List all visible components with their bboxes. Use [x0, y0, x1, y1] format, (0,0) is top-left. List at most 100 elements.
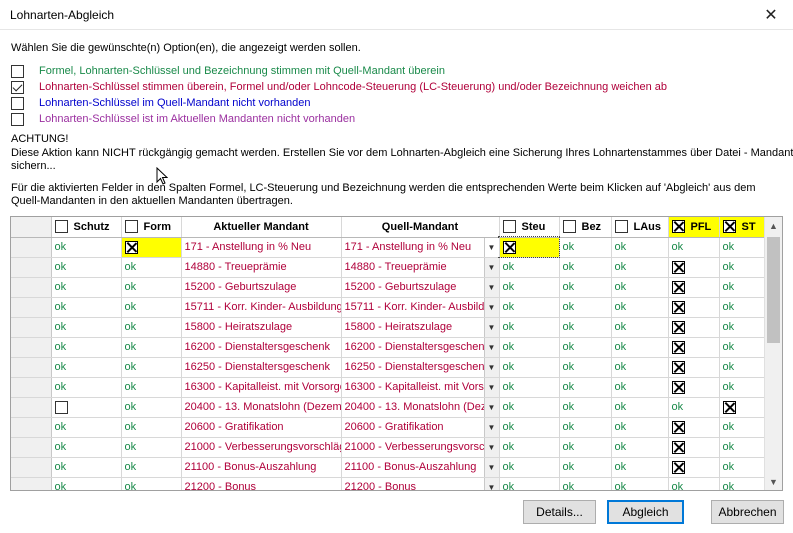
st-header-checkbox[interactable]: [722, 220, 736, 234]
cell-quell[interactable]: 15711 - Korr. Kinder- Ausbildu ▼: [341, 297, 500, 318]
cell-bez[interactable]: ok: [559, 237, 612, 258]
dropdown-arrow-icon[interactable]: ▼: [483, 337, 498, 356]
option-missing-source[interactable]: Lohnarten-Schlüssel im Quell-Mandant nic…: [11, 96, 311, 110]
cell-pfl[interactable]: [668, 337, 720, 358]
row-header[interactable]: [11, 297, 52, 318]
dropdown-arrow-icon[interactable]: ▼: [483, 377, 498, 396]
cell-st[interactable]: ok: [719, 257, 766, 278]
cell-form[interactable]: ok: [121, 277, 182, 298]
checked-box-icon[interactable]: [671, 380, 685, 394]
row-header[interactable]: [11, 237, 52, 258]
cell-schutz[interactable]: ok: [51, 237, 122, 258]
cell-laus[interactable]: ok: [611, 377, 669, 398]
cell-st[interactable]: ok: [719, 457, 766, 478]
col-header-pfl[interactable]: PFL: [668, 217, 720, 238]
cell-form[interactable]: ok: [121, 397, 182, 418]
checked-box-icon[interactable]: [671, 300, 685, 314]
cell-laus[interactable]: ok: [611, 357, 669, 378]
row-header[interactable]: [11, 417, 52, 438]
dropdown-arrow-icon[interactable]: ▼: [483, 397, 498, 416]
row-header[interactable]: [11, 337, 52, 358]
abgleich-button[interactable]: Abgleich: [607, 500, 684, 524]
scroll-thumb[interactable]: [767, 237, 780, 343]
cell-st[interactable]: ok: [719, 297, 766, 318]
row-header[interactable]: [11, 317, 52, 338]
cell-steu[interactable]: ok: [499, 297, 560, 318]
cell-steu[interactable]: ok: [499, 357, 560, 378]
cell-steu[interactable]: ok: [499, 337, 560, 358]
row-header[interactable]: [11, 437, 52, 458]
cell-st[interactable]: ok: [719, 377, 766, 398]
dropdown-arrow-icon[interactable]: ▼: [483, 417, 498, 436]
option-missing-source-checkbox[interactable]: [11, 96, 24, 110]
col-header-form[interactable]: Form: [121, 217, 182, 238]
cell-quell[interactable]: 20400 - 13. Monatslohn (Dez ▼: [341, 397, 500, 418]
cell-quell[interactable]: 16250 - Dienstaltersgeschenl ▼: [341, 357, 500, 378]
checked-box-icon[interactable]: [671, 460, 685, 474]
cell-quell[interactable]: 20600 - Gratifikation ▼: [341, 417, 500, 438]
cell-pfl[interactable]: [668, 357, 720, 378]
col-header-bez[interactable]: Bez: [559, 217, 612, 238]
cell-quell[interactable]: 171 - Anstellung in % Neu ▼: [341, 237, 500, 258]
row-header[interactable]: [11, 357, 52, 378]
cell-schutz[interactable]: ok: [51, 477, 122, 490]
table-row[interactable]: ok ok 14880 - Treueprämie 14880 - Treuepräm…: [11, 257, 766, 278]
cell-bez[interactable]: ok: [559, 397, 612, 418]
cell-pfl[interactable]: [668, 417, 720, 438]
cell-quell[interactable]: 15800 - Heiratszulage ▼: [341, 317, 500, 338]
cell-steu[interactable]: ok: [499, 397, 560, 418]
cell-bez[interactable]: ok: [559, 477, 612, 490]
row-header[interactable]: [11, 257, 52, 278]
close-icon[interactable]: ✕: [749, 0, 793, 30]
cell-pfl[interactable]: [668, 457, 720, 478]
cell-form[interactable]: ok: [121, 257, 182, 278]
dropdown-arrow-icon[interactable]: ▼: [483, 317, 498, 336]
cell-laus[interactable]: ok: [611, 397, 669, 418]
dropdown-arrow-icon[interactable]: ▼: [483, 277, 498, 296]
table-row[interactable]: ok ok 21000 - Verbesserungsvorschläg 21000 …: [11, 437, 766, 458]
cell-form[interactable]: ok: [121, 477, 182, 490]
cell-schutz[interactable]: ok: [51, 297, 122, 318]
cell-laus[interactable]: ok: [611, 337, 669, 358]
dropdown-arrow-icon[interactable]: ▼: [483, 477, 498, 490]
cell-form[interactable]: [121, 237, 182, 258]
cell-st[interactable]: ok: [719, 477, 766, 490]
steu-header-checkbox[interactable]: [502, 220, 516, 234]
cell-laus[interactable]: ok: [611, 277, 669, 298]
table-row[interactable]: ok ok 16250 - Dienstaltersgeschenk 16250 - …: [11, 357, 766, 378]
cell-bez[interactable]: ok: [559, 377, 612, 398]
vertical-scrollbar[interactable]: ▲ ▼: [764, 217, 782, 490]
cell-laus[interactable]: ok: [611, 317, 669, 338]
schutz-header-checkbox[interactable]: [54, 220, 68, 234]
cell-form[interactable]: ok: [121, 437, 182, 458]
table-row[interactable]: ok ok 15800 - Heiratszulage 15800 - Heirats…: [11, 317, 766, 338]
cell-steu[interactable]: ok: [499, 317, 560, 338]
table-row[interactable]: ok 20400 - 13. Monatslohn (Dezemb 20400 - …: [11, 397, 766, 418]
option-match[interactable]: Formel, Lohnarten-Schlüssel und Bezeichn…: [11, 64, 445, 78]
dropdown-arrow-icon[interactable]: ▼: [483, 237, 498, 256]
cell-quell[interactable]: 16300 - Kapitalleist. mit Vorsc ▼: [341, 377, 500, 398]
dropdown-arrow-icon[interactable]: ▼: [483, 437, 498, 456]
cell-form[interactable]: ok: [121, 337, 182, 358]
cell-pfl[interactable]: ok: [668, 477, 720, 490]
cell-pfl[interactable]: [668, 297, 720, 318]
cell-form[interactable]: ok: [121, 357, 182, 378]
cell-laus[interactable]: ok: [611, 257, 669, 278]
pfl-header-checkbox[interactable]: [671, 220, 685, 234]
checked-box-icon[interactable]: [671, 260, 685, 274]
cell-form[interactable]: ok: [121, 317, 182, 338]
cell-pfl[interactable]: ok: [668, 237, 720, 258]
cell-bez[interactable]: ok: [559, 277, 612, 298]
table-row[interactable]: ok ok 15200 - Geburtszulage 15200 - Geburts…: [11, 277, 766, 298]
table-row[interactable]: ok ok 16300 - Kapitalleist. mit Vorsorge 16…: [11, 377, 766, 398]
cell-schutz[interactable]: ok: [51, 337, 122, 358]
scroll-up-icon[interactable]: ▲: [765, 217, 782, 234]
cell-schutz[interactable]: ok: [51, 317, 122, 338]
cell-steu[interactable]: ok: [499, 257, 560, 278]
form-header-checkbox[interactable]: [124, 220, 138, 234]
cell-st[interactable]: ok: [719, 357, 766, 378]
cell-bez[interactable]: ok: [559, 297, 612, 318]
cell-schutz[interactable]: ok: [51, 417, 122, 438]
col-header-laus[interactable]: LAus: [611, 217, 669, 238]
cell-pfl[interactable]: [668, 377, 720, 398]
